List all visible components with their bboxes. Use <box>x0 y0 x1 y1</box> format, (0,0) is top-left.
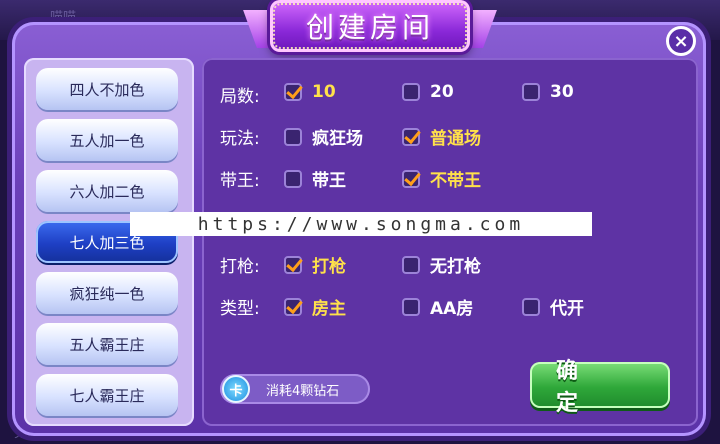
rounds-option-30[interactable]: 30 <box>522 82 574 102</box>
mode-sidebar: 四人不加色 五人加一色 六人加二色 七人加三色 疯狂纯一色 五人霸王庄 七人霸王… <box>24 58 194 426</box>
diamond-cost-badge: 卡 消耗4颗钻石 <box>220 374 370 404</box>
mode-button-four-no-color[interactable]: 四人不加色 <box>36 68 178 110</box>
checkbox[interactable] <box>402 297 420 316</box>
rounds-label: 局数: <box>220 87 260 107</box>
checkbox[interactable] <box>284 169 302 188</box>
mode-button-seven-overlord-banker[interactable]: 七人霸王庄 <box>36 374 178 416</box>
mode-label: 六人加二色 <box>69 182 145 201</box>
option-text: 代开 <box>550 299 584 319</box>
diamond-cost-text: 消耗4颗钻石 <box>266 383 340 399</box>
confirm-label: 确 定 <box>556 359 605 416</box>
option-text: 普通场 <box>430 129 481 149</box>
rounds-option-10[interactable]: 10 <box>284 82 336 102</box>
option-text: 10 <box>312 82 336 102</box>
checkbox[interactable] <box>284 127 302 146</box>
close-button[interactable]: × <box>666 26 696 56</box>
play-label: 玩法: <box>220 129 260 149</box>
rounds-option-20[interactable]: 20 <box>402 82 454 102</box>
mode-button-crazy-pure-color[interactable]: 疯狂纯一色 <box>36 272 178 314</box>
play-option-crazy[interactable]: 疯狂场 <box>284 124 363 149</box>
king-label: 带王: <box>220 171 260 191</box>
checkbox[interactable] <box>402 83 420 101</box>
card-icon: 卡 <box>222 375 250 403</box>
king-option-with-king[interactable]: 带王 <box>284 166 346 191</box>
mode-button-five-plus-one[interactable]: 五人加一色 <box>36 119 178 161</box>
title-plate: 创建房间 <box>270 0 470 52</box>
checkbox[interactable] <box>522 297 540 316</box>
option-text: 20 <box>430 82 454 102</box>
type-option-proxy[interactable]: 代开 <box>522 294 584 319</box>
checkbox[interactable] <box>402 169 420 188</box>
option-text: 不带王 <box>430 171 481 191</box>
option-text: 带王 <box>312 171 346 191</box>
checkbox[interactable] <box>284 83 302 101</box>
option-text: 30 <box>550 82 574 102</box>
mode-label: 五人加一色 <box>69 131 145 150</box>
confirm-button[interactable]: 确 定 <box>530 359 670 416</box>
checkbox[interactable] <box>402 127 420 146</box>
type-option-aa[interactable]: AA房 <box>402 294 473 319</box>
mode-label: 四人不加色 <box>69 80 145 99</box>
mode-label: 疯狂纯一色 <box>69 284 145 303</box>
dialog-title: 创建房间 <box>305 11 434 44</box>
mode-label: 五人霸王庄 <box>69 335 145 354</box>
option-text: 打枪 <box>312 257 346 277</box>
option-text: 房主 <box>312 299 346 319</box>
option-text: AA房 <box>430 299 474 319</box>
gun-label: 打枪: <box>220 257 260 277</box>
checkbox[interactable] <box>522 83 540 101</box>
option-text: 疯狂场 <box>312 129 363 149</box>
checkbox[interactable] <box>284 255 302 274</box>
type-label: 类型: <box>220 299 260 319</box>
play-option-normal[interactable]: 普通场 <box>402 124 481 149</box>
checkbox[interactable] <box>284 297 302 316</box>
mode-button-five-overlord-banker[interactable]: 五人霸王庄 <box>36 323 178 365</box>
gun-option-no-shoot[interactable]: 无打枪 <box>402 252 481 277</box>
mode-label: 七人霸王庄 <box>69 386 145 405</box>
mode-button-six-plus-two[interactable]: 六人加二色 <box>36 170 178 212</box>
gun-option-shoot[interactable]: 打枪 <box>284 252 346 277</box>
close-icon: × <box>673 30 689 52</box>
king-option-without-king[interactable]: 不带王 <box>402 166 481 191</box>
watermark-banner: https://www.songma.com <box>130 212 592 236</box>
option-text: 无打枪 <box>430 257 481 277</box>
type-option-owner[interactable]: 房主 <box>284 294 346 319</box>
checkbox[interactable] <box>402 255 420 274</box>
